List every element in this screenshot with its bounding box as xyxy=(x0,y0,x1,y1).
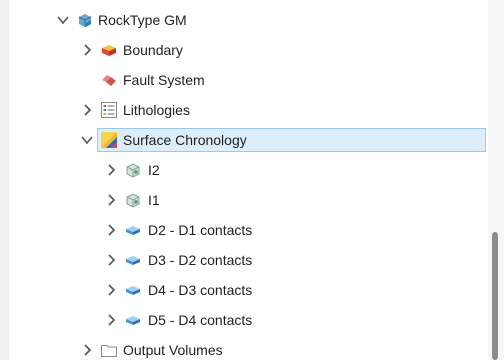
tree-item-label: Lithologies xyxy=(123,102,190,118)
deposit-contact-icon xyxy=(126,226,140,235)
chevron-right-icon[interactable] xyxy=(80,43,94,57)
tree-item-boundary[interactable]: Boundary xyxy=(0,36,486,64)
tree-item-label: I1 xyxy=(148,192,160,208)
chevron-down-icon[interactable] xyxy=(56,13,70,27)
tree-item-label: Output Volumes xyxy=(123,342,223,358)
tree-item-label: I2 xyxy=(148,162,160,178)
tree-item-label: D4 - D3 contacts xyxy=(148,282,253,298)
tree-item-rocktype-gm[interactable]: RockType GM xyxy=(0,6,486,34)
tree-item-label: Boundary xyxy=(123,42,183,58)
deposit-contact-icon xyxy=(126,316,140,325)
fault-system-icon xyxy=(102,75,116,86)
lithologies-list-icon xyxy=(101,102,117,118)
tree-item-i1[interactable]: I1 xyxy=(0,186,486,214)
chevron-right-icon[interactable] xyxy=(104,163,118,177)
tree-item-label: D3 - D2 contacts xyxy=(148,252,253,268)
chevron-right-icon[interactable] xyxy=(80,343,94,357)
chevron-right-icon[interactable] xyxy=(104,193,118,207)
boundary-icon xyxy=(102,45,116,56)
scrollbar-thumb[interactable] xyxy=(492,232,498,360)
chevron-right-icon[interactable] xyxy=(104,283,118,297)
tree-item-label: D5 - D4 contacts xyxy=(148,312,253,328)
tree-item-label: Surface Chronology xyxy=(123,132,247,148)
tree-item-d2-d1-contacts[interactable]: D2 - D1 contacts xyxy=(0,216,486,244)
chevron-right-icon[interactable] xyxy=(80,103,94,117)
chevron-down-icon[interactable] xyxy=(80,133,94,147)
tree-item-surface-chronology[interactable]: Surface Chronology xyxy=(0,126,486,154)
intrusion-icon xyxy=(126,163,140,178)
surface-chronology-icon xyxy=(101,132,117,148)
tree-item-label: D2 - D1 contacts xyxy=(148,222,253,238)
folder-icon xyxy=(101,345,117,357)
deposit-contact-icon xyxy=(126,286,140,295)
tree-item-lithologies[interactable]: Lithologies xyxy=(0,96,486,124)
tree-item-d3-d2-contacts[interactable]: D3 - D2 contacts xyxy=(0,246,486,274)
chevron-right-icon[interactable] xyxy=(104,313,118,327)
intrusion-icon xyxy=(126,193,140,208)
tree-item-fault-system[interactable]: Fault System xyxy=(0,66,486,94)
chevron-right-icon[interactable] xyxy=(104,223,118,237)
tree-item-i2[interactable]: I2 xyxy=(0,156,486,184)
tree-item-d4-d3-contacts[interactable]: D4 - D3 contacts xyxy=(0,276,486,304)
geological-model-icon xyxy=(78,14,92,27)
tree-item-d5-d4-contacts[interactable]: D5 - D4 contacts xyxy=(0,306,486,334)
tree-item-label: RockType GM xyxy=(98,12,187,28)
vertical-scrollbar[interactable] xyxy=(488,0,504,360)
tree-item-label: Fault System xyxy=(123,72,205,88)
chevron-right-icon[interactable] xyxy=(104,253,118,267)
deposit-contact-icon xyxy=(126,256,140,265)
